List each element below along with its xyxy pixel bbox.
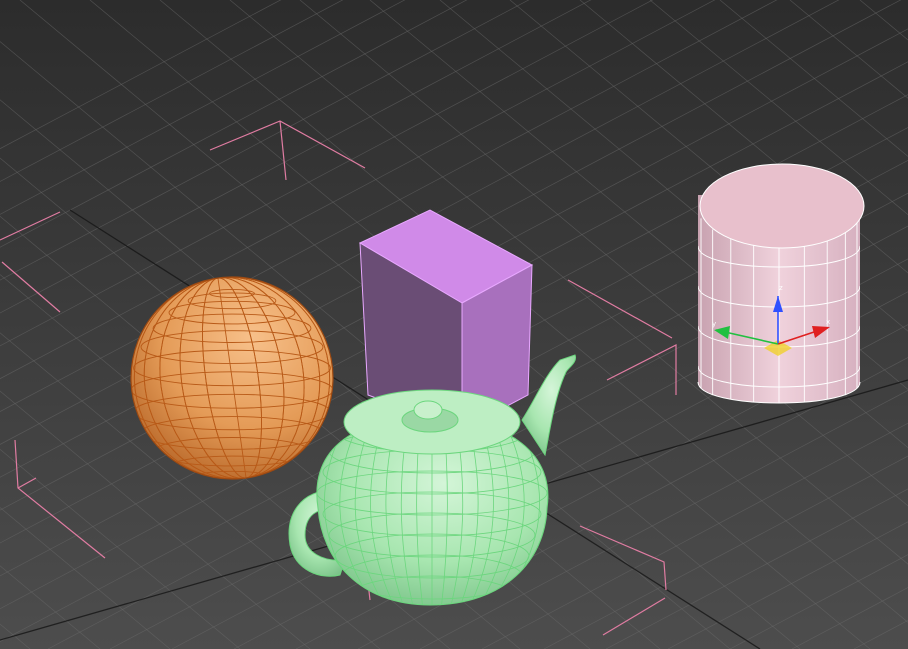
gizmo-z-label: z [779,284,783,292]
cylinder-object[interactable] [697,163,865,436]
cylinder-cap [699,163,865,249]
teapot-lid-knob [413,400,443,420]
gizmo-x-label: x [826,318,830,326]
gizmo-y-label: y [712,320,716,328]
perspective-viewport[interactable]: z x y [0,0,908,649]
viewport-scene[interactable]: z x y [0,0,908,649]
